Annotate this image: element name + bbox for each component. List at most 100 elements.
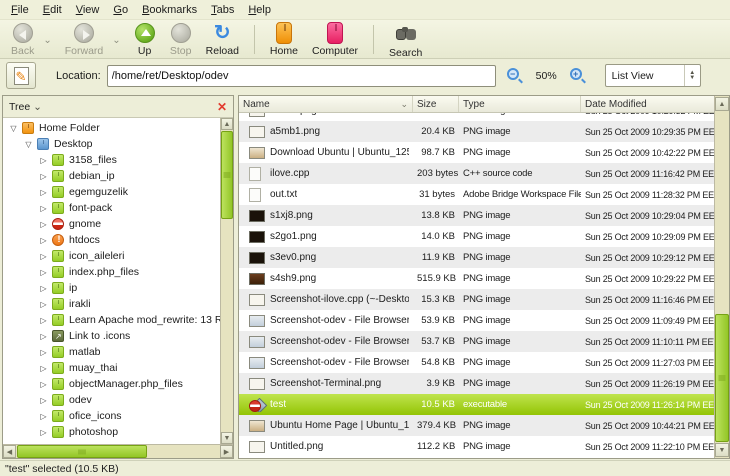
expander-icon[interactable] xyxy=(37,412,50,421)
s2go1.png[interactable]: s2go1.png 14.0 KB PNG image Sun 25 Oct 2… xyxy=(239,226,714,247)
up-button[interactable]: Up xyxy=(127,22,163,57)
test[interactable]: test 10.5 KB executable Sun 25 Oct 2009 … xyxy=(239,394,714,415)
tree-item[interactable]: Desktop xyxy=(3,136,220,152)
expander-icon[interactable] xyxy=(37,428,50,437)
tree-item[interactable]: debian_ip xyxy=(3,168,220,184)
a4ml9.png[interactable]: a4ml9.png 34.2 KB PNG image Sun 25 Oct 2… xyxy=(239,113,714,121)
column-header-size[interactable]: Size xyxy=(413,96,459,112)
spinner-arrows-icon[interactable]: ▲ ▼ xyxy=(683,65,700,86)
expander-icon[interactable] xyxy=(37,364,50,373)
file-icon xyxy=(249,419,265,432)
tree-item[interactable]: ofice_icons xyxy=(3,408,220,424)
expander-icon[interactable] xyxy=(22,140,35,149)
expander-icon[interactable] xyxy=(37,172,50,181)
tree-item[interactable]: 3158_files xyxy=(3,152,220,168)
tree-item[interactable]: index.php_files xyxy=(3,264,220,280)
tree-item[interactable]: irakli xyxy=(3,296,220,312)
scroll-right-icon[interactable]: ▶ xyxy=(220,445,233,458)
forward-button[interactable]: Forward xyxy=(58,22,127,57)
tree-item[interactable]: Learn Apache mod_rewrite: 13 Real-world xyxy=(3,312,220,328)
expander-icon[interactable] xyxy=(37,348,50,357)
out.txt[interactable]: out.txt 31 bytes Adobe Bridge Workspace … xyxy=(239,184,714,205)
main-area: Tree ✕ Home Folder D xyxy=(0,92,730,460)
scroll-up-icon[interactable]: ▲ xyxy=(715,97,729,111)
column-header-type[interactable]: Type xyxy=(459,96,581,112)
Screenshot-odev - File Browser-2...[interactable]: Screenshot-odev - File Browser-2... 54.8… xyxy=(239,352,714,373)
stop-button[interactable]: Stop xyxy=(163,22,199,57)
tree-item[interactable]: odev xyxy=(3,392,220,408)
tree-item[interactable]: photoshop xyxy=(3,424,220,440)
Screenshot-Terminal.png[interactable]: Screenshot-Terminal.png 3.9 KB PNG image… xyxy=(239,373,714,394)
tree-item[interactable]: muay_thai xyxy=(3,360,220,376)
ilove.cpp[interactable]: ilove.cpp 203 bytes C++ source code Sun … xyxy=(239,163,714,184)
s1xj8.png[interactable]: s1xj8.png 13.8 KB PNG image Sun 25 Oct 2… xyxy=(239,205,714,226)
computer-button[interactable]: Computer xyxy=(305,22,365,57)
file-list-vertical-scrollbar[interactable]: ▲ ▼ xyxy=(714,96,729,458)
column-header-date[interactable]: Date Modified xyxy=(581,96,714,112)
expander-icon[interactable] xyxy=(37,204,50,213)
s4sh9.png[interactable]: s4sh9.png 515.9 KB PNG image Sun 25 Oct … xyxy=(239,268,714,289)
zoom-out-button[interactable]: − xyxy=(506,67,524,85)
Ubuntu Home Page | Ubuntu_125...[interactable]: Ubuntu Home Page | Ubuntu_125... 379.4 K… xyxy=(239,415,714,436)
tree-item[interactable]: icon_aileleri xyxy=(3,248,220,264)
side-pane-mode-dropdown[interactable]: Tree xyxy=(9,101,42,113)
tree-item[interactable]: matlab xyxy=(3,344,220,360)
view-mode-select[interactable]: List View ▲ ▼ xyxy=(604,64,701,87)
folder-icon xyxy=(52,154,64,166)
expander-icon[interactable] xyxy=(37,284,50,293)
home-button[interactable]: Home xyxy=(263,22,305,57)
expander-icon[interactable] xyxy=(37,156,50,165)
tree-item[interactable]: Link to .icons xyxy=(3,328,220,344)
tree-item[interactable]: font-pack xyxy=(3,200,220,216)
edit-location-button[interactable] xyxy=(6,62,36,89)
expander-icon[interactable] xyxy=(37,252,50,261)
Screenshot-odev - File Browser-1...[interactable]: Screenshot-odev - File Browser-1... 53.7… xyxy=(239,331,714,352)
Screenshot-odev - File Browser.p...[interactable]: Screenshot-odev - File Browser.p... 53.9… xyxy=(239,310,714,331)
folder-icon xyxy=(52,362,64,374)
scroll-down-icon[interactable]: ▼ xyxy=(715,443,729,457)
tree-horizontal-scrollbar[interactable]: ◀ ▶ xyxy=(3,444,233,458)
menu-file[interactable]: File xyxy=(4,2,36,18)
tree-item[interactable]: htdocs xyxy=(3,232,220,248)
expander-icon[interactable] xyxy=(37,396,50,405)
search-button[interactable]: Search xyxy=(382,22,429,59)
tree-item[interactable]: Home Folder xyxy=(3,120,220,136)
menu-bookmarks[interactable]: Bookmarks xyxy=(135,2,204,18)
tree-vertical-scrollbar[interactable]: ▲ ▼ xyxy=(220,118,233,444)
expander-icon[interactable] xyxy=(7,124,20,133)
expander-icon[interactable] xyxy=(37,332,50,341)
tree-item[interactable]: ip xyxy=(3,280,220,296)
tree-item[interactable]: objectManager.php_files xyxy=(3,376,220,392)
menu-tabs[interactable]: Tabs xyxy=(204,2,241,18)
back-button[interactable]: Back xyxy=(4,22,58,57)
scroll-down-icon[interactable]: ▼ xyxy=(221,432,233,444)
a5mb1.png[interactable]: a5mb1.png 20.4 KB PNG image Sun 25 Oct 2… xyxy=(239,121,714,142)
column-header-name[interactable]: Name xyxy=(239,96,413,112)
file-scroll-thumb[interactable] xyxy=(715,314,729,442)
expander-icon[interactable] xyxy=(37,300,50,309)
zoom-in-button[interactable]: + xyxy=(569,67,587,85)
expander-icon[interactable] xyxy=(37,316,50,325)
expander-icon[interactable] xyxy=(37,236,50,245)
tree-item[interactable]: gnome xyxy=(3,216,220,232)
location-input[interactable] xyxy=(106,64,496,87)
menu-help[interactable]: Help xyxy=(241,2,278,18)
menu-view[interactable]: View xyxy=(69,2,107,18)
Screenshot-ilove.cpp (~-Desktop...[interactable]: Screenshot-ilove.cpp (~-Desktop... 15.3 … xyxy=(239,289,714,310)
menu-go[interactable]: Go xyxy=(106,2,135,18)
Download Ubuntu | Ubuntu_1256...[interactable]: Download Ubuntu | Ubuntu_1256... 98.7 KB… xyxy=(239,142,714,163)
scroll-up-icon[interactable]: ▲ xyxy=(221,118,233,130)
Untitled.png[interactable]: Untitled.png 112.2 KB PNG image Sun 25 O… xyxy=(239,436,714,457)
scroll-left-icon[interactable]: ◀ xyxy=(3,445,16,458)
s3ev0.png[interactable]: s3ev0.png 11.9 KB PNG image Sun 25 Oct 2… xyxy=(239,247,714,268)
expander-icon[interactable] xyxy=(37,268,50,277)
tree-scroll-thumb[interactable] xyxy=(221,131,233,219)
tree-item[interactable]: egemguzelik xyxy=(3,184,220,200)
close-side-pane-icon[interactable]: ✕ xyxy=(217,100,227,114)
expander-icon[interactable] xyxy=(37,188,50,197)
expander-icon[interactable] xyxy=(37,220,50,229)
expander-icon[interactable] xyxy=(37,380,50,389)
reload-button[interactable]: Reload xyxy=(199,22,246,57)
menu-edit[interactable]: Edit xyxy=(36,2,69,18)
tree-hscroll-thumb[interactable] xyxy=(17,445,147,458)
